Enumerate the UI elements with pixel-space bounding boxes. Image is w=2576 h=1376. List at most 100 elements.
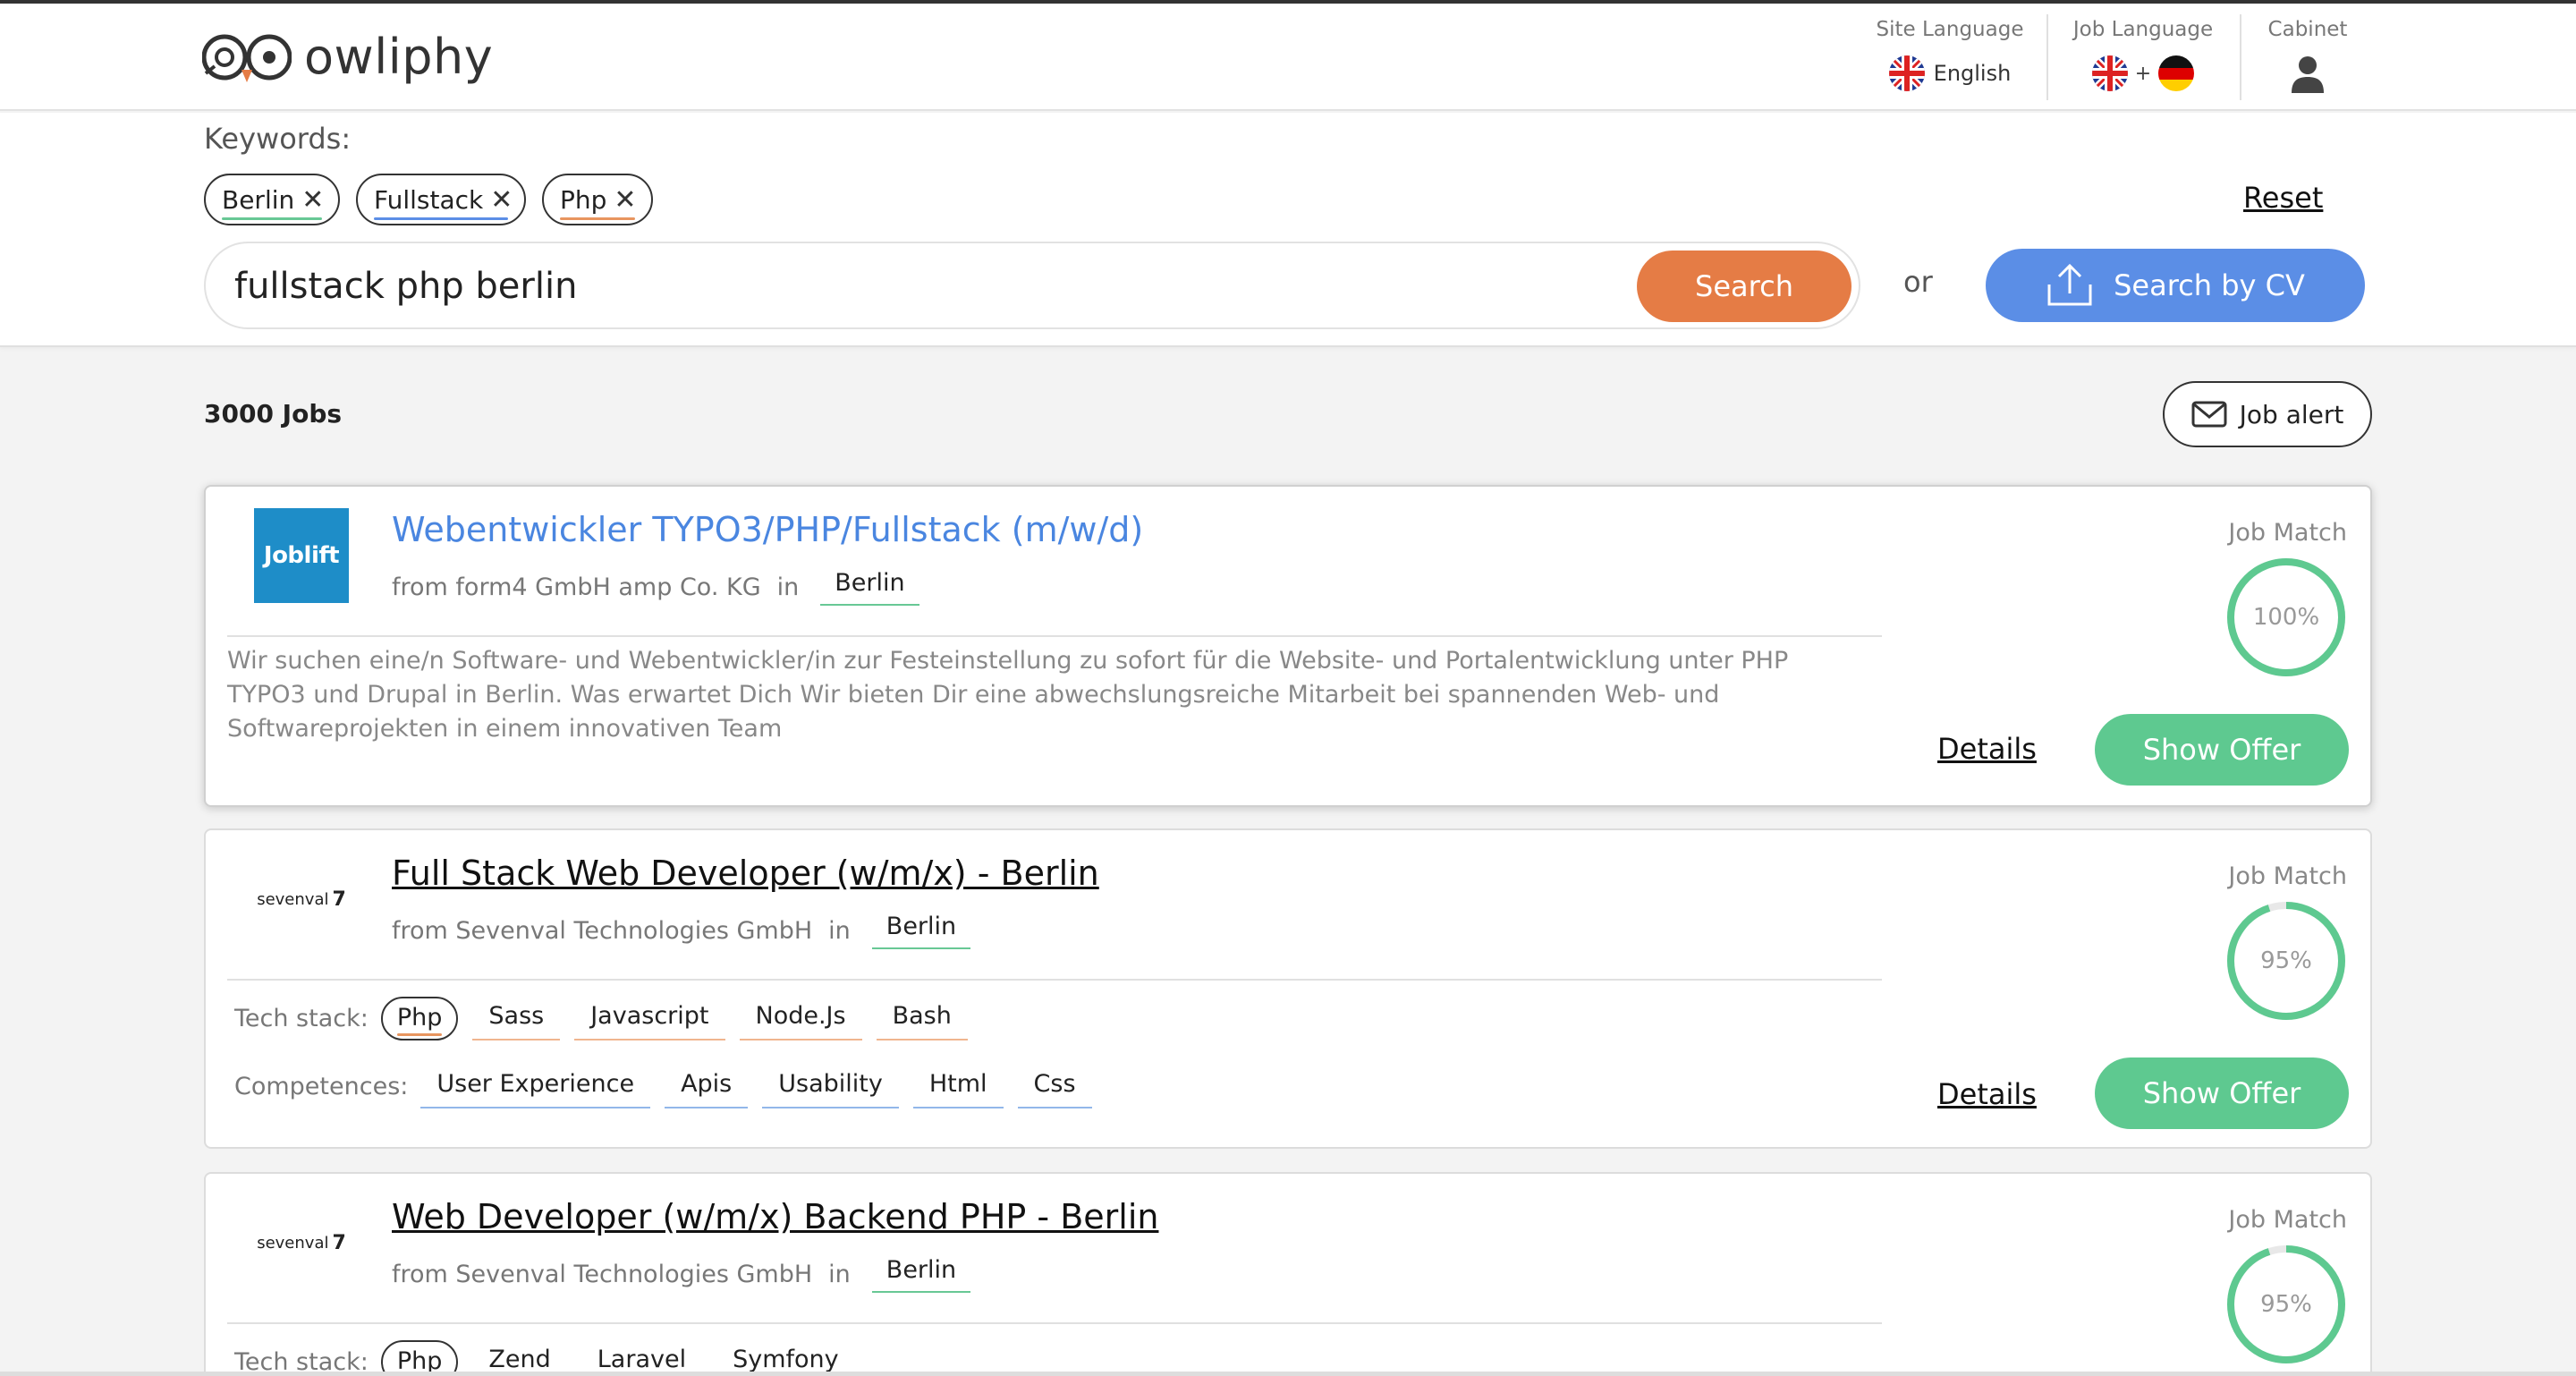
tech-tag[interactable]: Sass [472, 997, 561, 1040]
keyword-chip-fullstack[interactable]: Fullstack ✕ [356, 174, 526, 225]
remove-chip-icon[interactable]: ✕ [490, 184, 513, 216]
competence-tag[interactable]: Usability [762, 1065, 899, 1108]
keyword-chip-berlin[interactable]: Berlin ✕ [204, 174, 340, 225]
job-city: Berlin [871, 913, 971, 949]
sevenval-mark-icon: 7 [332, 1231, 346, 1254]
keyword-chip-php[interactable]: Php ✕ [542, 174, 653, 225]
competence-tag[interactable]: User Experience [420, 1065, 651, 1108]
site-language-selector[interactable]: Site Language English [1869, 4, 2030, 100]
divider [227, 635, 1882, 637]
tech-tag[interactable]: Laravel [581, 1340, 702, 1376]
site-language-value: English [1933, 61, 2012, 86]
mail-icon [2191, 401, 2227, 428]
site-language-label: Site Language [1876, 18, 2024, 41]
chip-label: Berlin [222, 184, 295, 215]
details-link[interactable]: Details [1937, 732, 2037, 766]
competence-tag[interactable]: Apis [665, 1065, 749, 1108]
company-name: from Sevenval Technologies GmbH [392, 917, 813, 945]
search-by-cv-button[interactable]: Search by CV [1986, 249, 2365, 322]
site-header: owliphy Site Language English Job Langua… [0, 4, 2576, 111]
job-match-label: Job Match [2228, 519, 2347, 547]
tech-tag[interactable]: Javascript [574, 997, 725, 1040]
uk-flag-icon [1888, 55, 1925, 91]
tech-tag[interactable]: Node.Js [739, 997, 862, 1040]
competences-row: Competences: User Experience Apis Usabil… [234, 1065, 1106, 1108]
job-title-link[interactable]: Full Stack Web Developer (w/m/x) - Berli… [392, 854, 1099, 893]
competence-tag[interactable]: Css [1017, 1065, 1092, 1108]
search-by-cv-label: Search by CV [2114, 268, 2305, 302]
chip-label: Fullstack [374, 184, 484, 215]
search-button[interactable]: Search [1637, 251, 1852, 322]
or-label: or [1903, 265, 1933, 299]
company-logo-text: sevenval [257, 889, 329, 909]
job-match-label: Job Match [2228, 862, 2347, 890]
company-name: from Sevenval Technologies GmbH [392, 1261, 813, 1288]
tech-tag[interactable]: Php [380, 997, 459, 1040]
chip-accent [560, 217, 635, 220]
sevenval-mark-icon: 7 [332, 888, 346, 911]
keywords-label: Keywords: [204, 122, 352, 156]
job-card[interactable]: sevenval 7 Web Developer (w/m/x) Backend … [204, 1172, 2372, 1376]
chip-accent [222, 217, 322, 220]
in-label: in [776, 573, 800, 601]
in-label: in [828, 1261, 851, 1288]
tech-tag[interactable]: Zend [472, 1340, 566, 1376]
logo-text: owliphy [304, 29, 494, 85]
job-company: from form4 GmbH amp Co. KG in Berlin [392, 569, 919, 606]
competence-tag[interactable]: Html [912, 1065, 1004, 1108]
details-link[interactable]: Details [1937, 1077, 2037, 1111]
job-title-link[interactable]: Webentwickler TYPO3/PHP/Fullstack (m/w/d… [392, 510, 1143, 549]
company-logo: sevenval 7 [254, 852, 349, 947]
job-language-label: Job Language [2072, 18, 2214, 41]
remove-chip-icon[interactable]: ✕ [301, 184, 324, 216]
divider [227, 1322, 1882, 1324]
job-match-value: 95% [2260, 1291, 2312, 1318]
tech-stack-row: Tech stack: Php Sass Javascript Node.Js … [234, 997, 982, 1040]
germany-flag-icon [2158, 55, 2195, 91]
search-input[interactable] [234, 263, 1621, 310]
upload-icon [2047, 263, 2092, 306]
competences-label: Competences: [234, 1073, 409, 1100]
job-match-label: Job Match [2228, 1206, 2347, 1234]
job-alert-label: Job alert [2239, 399, 2344, 429]
uk-flag-icon [2091, 55, 2128, 91]
company-logo: sevenval 7 [254, 1195, 349, 1290]
logo[interactable]: owliphy [202, 29, 493, 86]
job-match-value: 95% [2260, 947, 2312, 974]
company-name: from form4 GmbH amp Co. KG [392, 573, 761, 601]
user-icon [2292, 56, 2324, 93]
tech-stack-row: Tech stack: Php Zend Laravel Symfony [234, 1340, 869, 1376]
divider [227, 979, 1882, 981]
owl-logo-icon [202, 34, 292, 82]
header-divider [2046, 14, 2048, 100]
company-logo-text: Joblift [263, 542, 340, 569]
cabinet-button[interactable]: Cabinet [2254, 4, 2361, 100]
job-title-link[interactable]: Web Developer (w/m/x) Backend PHP - Berl… [392, 1197, 1158, 1236]
header-divider [2240, 14, 2241, 100]
job-city: Berlin [871, 1256, 971, 1293]
plus-sign: + [2134, 62, 2152, 85]
bottom-border [0, 1372, 2576, 1376]
tech-stack-label: Tech stack: [234, 1005, 369, 1032]
show-offer-button[interactable]: Show Offer [2095, 1057, 2349, 1129]
job-company: from Sevenval Technologies GmbH in Berli… [392, 913, 971, 949]
job-card[interactable]: sevenval 7 Full Stack Web Developer (w/m/… [204, 828, 2372, 1149]
job-city: Berlin [820, 569, 919, 606]
cabinet-label: Cabinet [2267, 18, 2348, 41]
job-match-value: 100% [2252, 604, 2320, 631]
job-card[interactable]: Joblift Webentwickler TYPO3/PHP/Fullstac… [204, 485, 2372, 807]
in-label: in [828, 917, 851, 945]
keyword-chips: Berlin ✕ Fullstack ✕ Php ✕ [204, 174, 653, 225]
search-panel: Keywords: Berlin ✕ Fullstack ✕ Php ✕ Res… [0, 113, 2576, 347]
chip-label: Php [560, 184, 607, 215]
tech-tag[interactable]: Symfony [716, 1340, 855, 1376]
jobs-count: 3000 Jobs [204, 399, 343, 429]
job-alert-button[interactable]: Job alert [2163, 381, 2372, 447]
tech-tag[interactable]: Bash [876, 997, 968, 1040]
company-logo-text: sevenval [257, 1233, 329, 1253]
job-language-selector[interactable]: Job Language + [2066, 4, 2220, 100]
remove-chip-icon[interactable]: ✕ [614, 184, 636, 216]
reset-link[interactable]: Reset [2243, 181, 2323, 215]
show-offer-button[interactable]: Show Offer [2095, 714, 2349, 786]
tech-tag[interactable]: Php [380, 1340, 459, 1376]
